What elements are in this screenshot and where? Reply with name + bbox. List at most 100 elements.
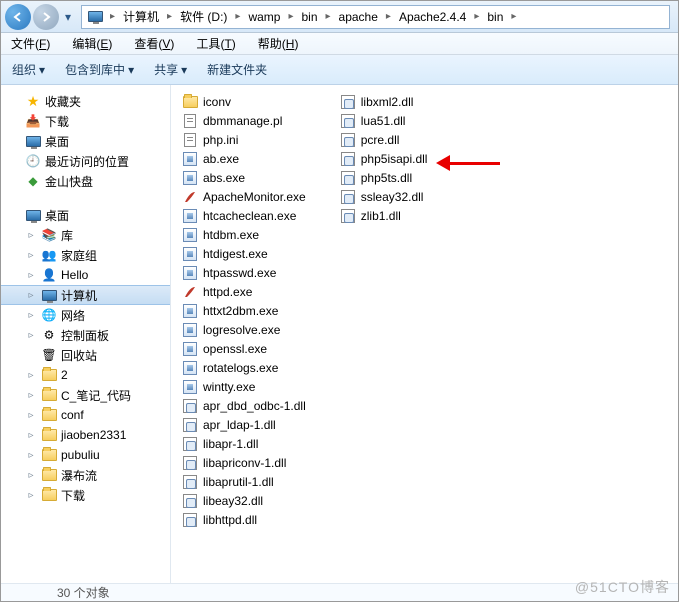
file-item[interactable]: apr_ldap-1.dll (177, 416, 311, 434)
dll-icon (182, 512, 198, 528)
organize-button[interactable]: 组织 ▾ (9, 58, 48, 81)
file-item[interactable]: apr_dbd_odbc-1.dll (177, 397, 311, 415)
sidebar-item-computer[interactable]: ▹计算机 (1, 285, 170, 305)
sidebar-item[interactable]: ▹📚库 (1, 225, 170, 245)
file-item[interactable]: dbmmanage.pl (177, 112, 311, 130)
folder-icon (41, 407, 57, 423)
file-item[interactable]: ApacheMonitor.exe (177, 188, 311, 206)
breadcrumb-item[interactable]: 软件 (D:) (176, 8, 231, 25)
breadcrumb-item[interactable]: wamp (244, 10, 284, 24)
file-item[interactable]: libapr-1.dll (177, 435, 311, 453)
file-item[interactable]: lua51.dll (335, 112, 433, 130)
file-list: iconv dbmmanage.plphp.iniab.exeabs.exe Apa… (171, 85, 678, 583)
back-button[interactable] (5, 4, 31, 30)
sidebar-item[interactable]: ▹pubuliu (1, 445, 170, 465)
file-name: ApacheMonitor.exe (203, 190, 306, 204)
sidebar-item[interactable]: ◆金山快盘 (1, 171, 170, 191)
share-button[interactable]: 共享 ▾ (151, 58, 190, 81)
file-item[interactable]: ab.exe (177, 150, 311, 168)
chevron-right-icon[interactable]: ▸ (470, 11, 483, 22)
file-item[interactable]: htdigest.exe (177, 245, 311, 263)
file-item[interactable]: libxml2.dll (335, 93, 433, 111)
file-item[interactable]: libaprutil-1.dll (177, 473, 311, 491)
dll-icon (182, 417, 198, 433)
file-item[interactable]: abs.exe (177, 169, 311, 187)
file-item[interactable]: pcre.dll (335, 131, 433, 149)
file-item[interactable]: rotatelogs.exe (177, 359, 311, 377)
chevron-right-icon[interactable]: ▸ (507, 11, 520, 22)
status-text: 30 个对象 (57, 584, 110, 601)
sidebar-item[interactable]: ▹jiaoben2331 (1, 425, 170, 445)
breadcrumb-item[interactable]: bin (297, 10, 321, 24)
sidebar-item[interactable]: ▹2 (1, 365, 170, 385)
sidebar-item[interactable]: ▹🌐网络 (1, 305, 170, 325)
sidebar-item[interactable]: ▹👤Hello (1, 265, 170, 285)
file-name: php5ts.dll (361, 171, 412, 185)
file-item[interactable]: openssl.exe (177, 340, 311, 358)
file-name: htcacheclean.exe (203, 209, 296, 223)
file-item[interactable]: php5isapi.dll (335, 150, 433, 168)
file-item[interactable]: php5ts.dll (335, 169, 433, 187)
file-item[interactable]: iconv (177, 93, 311, 111)
sidebar-item[interactable]: ▹瀑布流 (1, 465, 170, 485)
menu-edit[interactable]: 编辑(E) (68, 33, 116, 54)
file-name: libeay32.dll (203, 494, 263, 508)
folder-icon (41, 487, 57, 503)
recycle-icon: 🗑 (41, 347, 57, 363)
history-dropdown[interactable]: ▾ (61, 7, 75, 27)
breadcrumb-item[interactable]: bin (483, 10, 507, 24)
menu-help[interactable]: 帮助(H) (254, 33, 303, 54)
sidebar-item[interactable]: 🕘最近访问的位置 (1, 151, 170, 171)
breadcrumb-item[interactable]: 计算机 (119, 8, 163, 25)
file-item[interactable]: php.ini (177, 131, 311, 149)
sidebar-desktop[interactable]: 桌面 (1, 205, 170, 225)
sidebar-favorites[interactable]: ★收藏夹 (1, 91, 170, 111)
chevron-right-icon[interactable]: ▸ (382, 11, 395, 22)
file-item[interactable]: htcacheclean.exe (177, 207, 311, 225)
breadcrumb-item[interactable]: Apache2.4.4 (395, 10, 470, 24)
file-item[interactable]: htdbm.exe (177, 226, 311, 244)
dll-icon (182, 474, 198, 490)
ini-icon (182, 132, 198, 148)
network-icon: 🌐 (41, 307, 57, 323)
sidebar-item[interactable]: ▹conf (1, 405, 170, 425)
file-item[interactable]: httpd.exe (177, 283, 311, 301)
sidebar-item[interactable]: 桌面 (1, 131, 170, 151)
dll-icon (182, 455, 198, 471)
breadcrumb-item[interactable]: apache (335, 10, 382, 24)
forward-button (33, 4, 59, 30)
file-item[interactable]: libapriconv-1.dll (177, 454, 311, 472)
menu-tools[interactable]: 工具(T) (192, 33, 239, 54)
sidebar-item[interactable]: ▹👥家庭组 (1, 245, 170, 265)
file-item[interactable]: ssleay32.dll (335, 188, 433, 206)
menu-view[interactable]: 查看(V) (130, 33, 178, 54)
breadcrumb[interactable]: ▸ 计算机 ▸ 软件 (D:) ▸ wamp ▸ bin ▸ apache ▸ … (81, 5, 670, 29)
homegroup-icon: 👥 (41, 247, 57, 263)
file-name: apr_dbd_odbc-1.dll (203, 399, 306, 413)
file-name: iconv (203, 95, 231, 109)
file-item[interactable]: logresolve.exe (177, 321, 311, 339)
chevron-right-icon[interactable]: ▸ (231, 11, 244, 22)
chevron-right-icon[interactable]: ▸ (322, 11, 335, 22)
menu-file[interactable]: 文件(F) (7, 33, 54, 54)
include-button[interactable]: 包含到库中 ▾ (62, 58, 137, 81)
sidebar-item[interactable]: ▹C_笔记_代码 (1, 385, 170, 405)
file-item[interactable]: httxt2dbm.exe (177, 302, 311, 320)
chevron-right-icon[interactable]: ▸ (163, 11, 176, 22)
file-item[interactable]: wintty.exe (177, 378, 311, 396)
chevron-right-icon[interactable]: ▸ (284, 11, 297, 22)
chevron-right-icon[interactable]: ▸ (106, 11, 119, 22)
file-item[interactable]: zlib1.dll (335, 207, 433, 225)
sidebar-item[interactable]: 🗑回收站 (1, 345, 170, 365)
folder-icon (41, 447, 57, 463)
sidebar-item[interactable]: ▹⚙控制面板 (1, 325, 170, 345)
sidebar-item[interactable]: 📥下载 (1, 111, 170, 131)
file-name: ssleay32.dll (361, 190, 424, 204)
folder-icon (41, 387, 57, 403)
file-item[interactable]: libhttpd.dll (177, 511, 311, 529)
file-item[interactable]: libeay32.dll (177, 492, 311, 510)
exe-icon (182, 303, 198, 319)
file-item[interactable]: htpasswd.exe (177, 264, 311, 282)
sidebar-item[interactable]: ▹下载 (1, 485, 170, 505)
new-folder-button[interactable]: 新建文件夹 (204, 58, 270, 81)
